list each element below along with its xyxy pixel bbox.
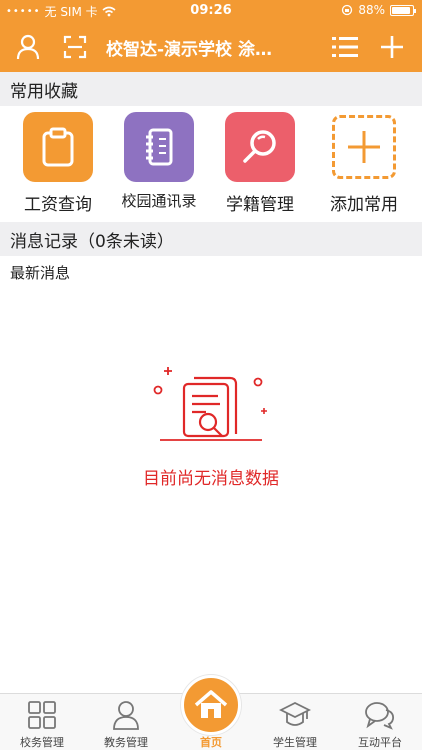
graduation-cap-icon bbox=[253, 694, 337, 730]
favorites-grid: 工资查询 校园通讯录 学籍管理 添加常用 bbox=[0, 106, 422, 222]
empty-document-icon bbox=[153, 367, 267, 441]
fav-item-contacts[interactable]: 校园通讯录 bbox=[109, 112, 209, 211]
tab-label: 学生管理 bbox=[273, 736, 317, 749]
notebook-icon bbox=[124, 112, 194, 182]
tab-label: 校务管理 bbox=[20, 736, 64, 749]
user-icon[interactable] bbox=[14, 33, 42, 61]
tab-student-management[interactable]: 学生管理 bbox=[253, 694, 337, 750]
add-icon bbox=[332, 115, 396, 179]
tab-teaching-affairs[interactable]: 教务管理 bbox=[84, 694, 168, 750]
fav-item-add[interactable]: 添加常用 bbox=[314, 112, 414, 215]
scan-icon[interactable] bbox=[61, 33, 89, 61]
empty-state bbox=[0, 364, 422, 452]
tab-label: 教务管理 bbox=[104, 736, 148, 749]
page-title: 校智达-演示学校 涂… bbox=[106, 40, 272, 60]
fav-label: 学籍管理 bbox=[226, 195, 294, 215]
fav-label: 添加常用 bbox=[330, 195, 398, 215]
chat-icon bbox=[338, 694, 422, 730]
empty-message: 目前尚无消息数据 bbox=[143, 469, 279, 489]
latest-messages-label: 最新消息 bbox=[10, 264, 71, 282]
person-icon bbox=[84, 694, 168, 730]
list-icon[interactable] bbox=[331, 33, 359, 61]
home-button[interactable] bbox=[181, 675, 241, 735]
magnifier-icon bbox=[225, 112, 295, 182]
tab-interaction-platform[interactable]: 互动平台 bbox=[338, 694, 422, 750]
battery-percent: 88% bbox=[358, 3, 385, 17]
favorites-section-title: 常用收藏 bbox=[0, 72, 422, 106]
battery-icon bbox=[390, 4, 416, 16]
status-right: 88% bbox=[341, 3, 416, 17]
fav-item-enrollment[interactable]: 学籍管理 bbox=[210, 112, 310, 215]
home-icon bbox=[194, 690, 228, 718]
favorites-title-text: 常用收藏 bbox=[10, 81, 78, 102]
app-header: 校智达-演示学校 涂… bbox=[0, 22, 422, 72]
status-bar: ••••• 无 SIM 卡 09:26 88% bbox=[0, 0, 422, 22]
tab-label: 互动平台 bbox=[358, 736, 402, 749]
grid-icon bbox=[0, 694, 84, 730]
messages-section-title: 消息记录（0条未读） bbox=[0, 222, 422, 256]
fav-item-salary[interactable]: 工资查询 bbox=[8, 112, 108, 215]
tab-label: 首页 bbox=[200, 736, 222, 749]
fav-label: 校园通讯录 bbox=[121, 192, 197, 210]
rotation-lock-icon bbox=[342, 4, 353, 16]
tab-campus-affairs[interactable]: 校务管理 bbox=[0, 694, 84, 750]
fav-label: 工资查询 bbox=[24, 195, 92, 215]
messages-title-text: 消息记录（0条未读） bbox=[10, 231, 174, 252]
clipboard-icon bbox=[23, 112, 93, 182]
plus-icon[interactable] bbox=[378, 33, 406, 61]
